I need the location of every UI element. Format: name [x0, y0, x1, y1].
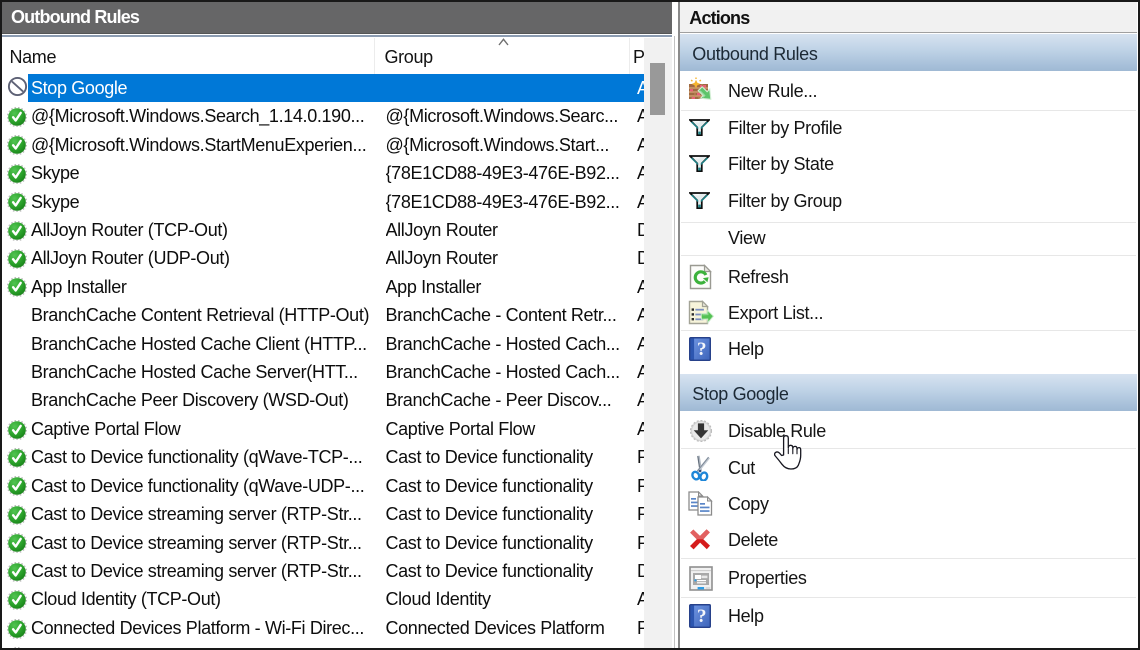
svg-text:?: ?	[697, 605, 706, 626]
svg-text:?: ?	[697, 339, 706, 360]
